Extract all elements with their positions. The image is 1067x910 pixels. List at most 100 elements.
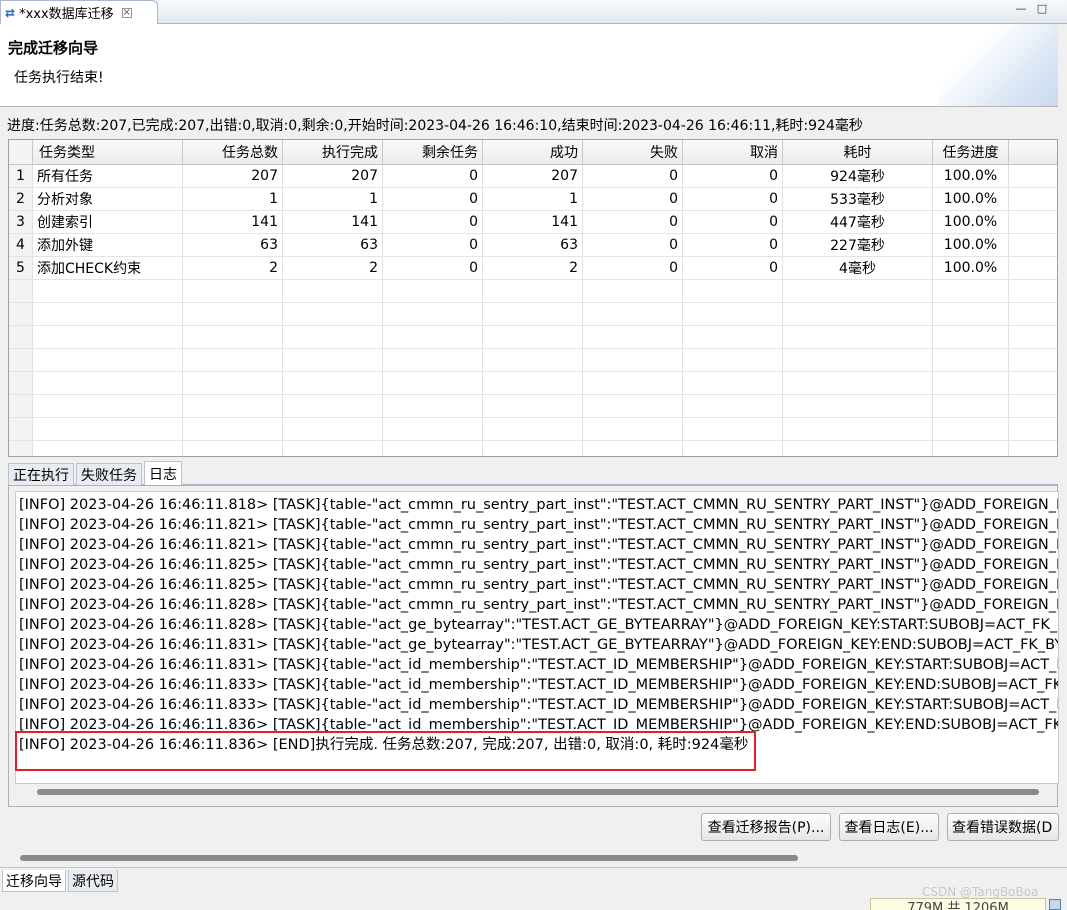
- remaining-cell: 0: [383, 257, 483, 279]
- remaining-cell: 0: [383, 188, 483, 210]
- done-cell: 63: [283, 234, 383, 256]
- editor-horizontal-scrollbar[interactable]: [20, 855, 798, 861]
- remaining-cell: 0: [383, 234, 483, 256]
- tab-log[interactable]: 日志: [144, 461, 182, 485]
- task-type-cell: 创建索引: [33, 211, 183, 233]
- cancelled-cell: 0: [683, 211, 783, 233]
- highlight-box: [15, 731, 756, 771]
- done-cell: 207: [283, 165, 383, 187]
- done-cell: 1: [283, 188, 383, 210]
- tab-source-code[interactable]: 源代码: [68, 870, 118, 892]
- failed-cell: 0: [583, 257, 683, 279]
- log-line: [INFO] 2023-04-26 16:46:11.821> [TASK]{t…: [19, 537, 1059, 553]
- progress-cell: 100.0%: [933, 165, 1009, 187]
- success-cell: 2: [483, 257, 583, 279]
- column-header[interactable]: 执行完成: [283, 140, 383, 164]
- empty-row: [9, 349, 1057, 372]
- tab-migration-wizard[interactable]: 迁移向导: [2, 870, 66, 892]
- progress-cell: 100.0%: [933, 211, 1009, 233]
- total-cell: 141: [183, 211, 283, 233]
- row-number: 1: [9, 165, 33, 187]
- column-header[interactable]: 任务类型: [33, 140, 183, 164]
- column-header[interactable]: 任务进度: [933, 140, 1009, 164]
- tab-running[interactable]: 正在执行: [8, 463, 74, 485]
- watermark: CSDN @TangBoBoa: [922, 885, 1039, 899]
- editor-tab[interactable]: ⇄ *xxx数据库迁移 ×: [0, 0, 158, 24]
- elapsed-cell: 533毫秒: [783, 188, 933, 210]
- remaining-cell: 0: [383, 211, 483, 233]
- column-header[interactable]: 失败: [583, 140, 683, 164]
- task-type-cell: 所有任务: [33, 165, 183, 187]
- progress-summary: 进度:任务总数:207,已完成:207,出错:0,取消:0,剩余:0,开始时间:…: [7, 118, 863, 134]
- row-number: 4: [9, 234, 33, 256]
- total-cell: 1: [183, 188, 283, 210]
- column-header[interactable]: 耗时: [783, 140, 933, 164]
- migration-icon: ⇄: [5, 5, 16, 20]
- table-row[interactable]: 3 创建索引 141 141 0 141 0 0 447毫秒 100.0%: [9, 211, 1057, 234]
- row-number: 5: [9, 257, 33, 279]
- editor-tab-title: *xxx数据库迁移: [19, 7, 114, 22]
- success-cell: 207: [483, 165, 583, 187]
- column-header[interactable]: 任务总数: [183, 140, 283, 164]
- task-table: 任务类型 任务总数 执行完成 剩余任务 成功 失败 取消 耗时 任务进度 1 所…: [8, 139, 1058, 457]
- wizard-header: 完成迁移向导 任务执行结束!: [0, 24, 1058, 107]
- table-header: 任务类型 任务总数 执行完成 剩余任务 成功 失败 取消 耗时 任务进度: [9, 140, 1057, 165]
- empty-row: [9, 303, 1057, 326]
- success-cell: 1: [483, 188, 583, 210]
- failed-cell: 0: [583, 211, 683, 233]
- failed-cell: 0: [583, 234, 683, 256]
- empty-row: [9, 418, 1057, 441]
- table-row[interactable]: 4 添加外键 63 63 0 63 0 0 227毫秒 100.0%: [9, 234, 1057, 257]
- task-type-cell: 分析对象: [33, 188, 183, 210]
- failed-cell: 0: [583, 165, 683, 187]
- cancelled-cell: 0: [683, 188, 783, 210]
- log-horizontal-scrollbar[interactable]: [37, 789, 1039, 795]
- column-header[interactable]: 取消: [683, 140, 783, 164]
- view-log-button[interactable]: 查看日志(E)...: [839, 813, 939, 841]
- editor-tab-bar: ⇄ *xxx数据库迁移 × — □: [0, 0, 1067, 24]
- elapsed-cell: 227毫秒: [783, 234, 933, 256]
- wizard-message: 任务执行结束!: [14, 70, 104, 86]
- minimize-icon[interactable]: —: [1014, 3, 1028, 16]
- empty-row: [9, 441, 1057, 456]
- panel-tab-bar: 正在执行 失败任务 日志: [8, 461, 1058, 485]
- done-cell: 2: [283, 257, 383, 279]
- table-row[interactable]: 5 添加CHECK约束 2 2 0 2 0 0 4毫秒 100.0%: [9, 257, 1057, 280]
- cancelled-cell: 0: [683, 165, 783, 187]
- failed-cell: 0: [583, 188, 683, 210]
- wizard-title: 完成迁移向导: [8, 39, 99, 57]
- log-line: [INFO] 2023-04-26 16:46:11.831> [TASK]{t…: [19, 657, 1059, 673]
- total-cell: 2: [183, 257, 283, 279]
- table-row[interactable]: 1 所有任务 207 207 0 207 0 0 924毫秒 100.0%: [9, 165, 1057, 188]
- success-cell: 141: [483, 211, 583, 233]
- elapsed-cell: 4毫秒: [783, 257, 933, 279]
- done-cell: 141: [283, 211, 383, 233]
- view-errors-button[interactable]: 查看错误数据(D: [947, 813, 1059, 841]
- remaining-cell: 0: [383, 165, 483, 187]
- column-header[interactable]: 成功: [483, 140, 583, 164]
- row-number: 3: [9, 211, 33, 233]
- table-row[interactable]: 2 分析对象 1 1 0 1 0 0 533毫秒 100.0%: [9, 188, 1057, 211]
- close-icon[interactable]: ×: [121, 7, 132, 18]
- log-line: [INFO] 2023-04-26 16:46:11.828> [TASK]{t…: [19, 597, 1059, 613]
- task-type-cell: 添加CHECK约束: [33, 257, 183, 279]
- garbage-collect-icon[interactable]: [1049, 899, 1061, 910]
- empty-row: [9, 395, 1057, 418]
- column-header[interactable]: 剩余任务: [383, 140, 483, 164]
- log-line: [INFO] 2023-04-26 16:46:11.833> [TASK]{t…: [19, 677, 1059, 693]
- cancelled-cell: 0: [683, 234, 783, 256]
- progress-cell: 100.0%: [933, 257, 1009, 279]
- view-report-button[interactable]: 查看迁移报告(P)...: [701, 813, 831, 841]
- total-cell: 207: [183, 165, 283, 187]
- log-line: [INFO] 2023-04-26 16:46:11.821> [TASK]{t…: [19, 517, 1059, 533]
- empty-row: [9, 372, 1057, 395]
- log-line: [INFO] 2023-04-26 16:46:11.833> [TASK]{t…: [19, 697, 1059, 713]
- progress-cell: 100.0%: [933, 234, 1009, 256]
- memory-indicator[interactable]: 779M 共 1206M: [870, 898, 1046, 910]
- log-line: [INFO] 2023-04-26 16:46:11.831> [TASK]{t…: [19, 637, 1059, 653]
- maximize-icon[interactable]: □: [1035, 3, 1049, 16]
- tab-failed-tasks[interactable]: 失败任务: [76, 463, 142, 485]
- empty-row: [9, 280, 1057, 303]
- log-line: [INFO] 2023-04-26 16:46:11.825> [TASK]{t…: [19, 557, 1059, 573]
- elapsed-cell: 924毫秒: [783, 165, 933, 187]
